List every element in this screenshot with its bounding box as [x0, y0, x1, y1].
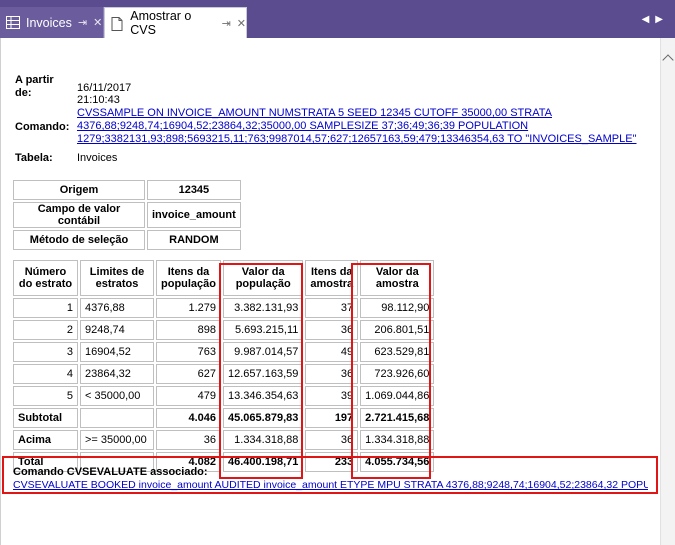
table-cell: 4376,88 [80, 298, 154, 318]
origin-value: 12345 [147, 180, 241, 200]
command-line: 1279;3382131,93;898;5693215,11;763;99870… [77, 133, 637, 145]
table-cell: 763 [156, 342, 222, 362]
table-cell: 2 [13, 320, 78, 340]
document-icon [111, 16, 124, 31]
header-stratum-limits: Limites de estratos [80, 260, 154, 296]
command-line: CVSSAMPLE ON INVOICE_AMOUNT NUMSTRATA 5 … [77, 107, 552, 119]
table-row: Origem 12345 [13, 180, 241, 200]
table-cell: 1.279 [156, 298, 222, 318]
info-table: Origem 12345 Campo de valor contábil inv… [11, 178, 243, 252]
method-value: RANDOM [147, 230, 241, 250]
field-value: invoice_amount [147, 202, 241, 228]
table-value: Invoices [77, 152, 118, 164]
tab-nav-arrows-icon[interactable]: ◀▶ [642, 14, 669, 25]
header-stratum-number: Número do estrato [13, 260, 78, 296]
tab-label: Amostrar o CVS [130, 9, 192, 37]
table-icon [6, 16, 20, 29]
associated-command-link[interactable]: CVSEVALUATE BOOKED invoice_amount AUDITE… [13, 479, 648, 491]
method-label: Método de seleção [13, 230, 145, 250]
tab-bar: Invoices ⇥ ✕ Amostrar o CVS ⇥ ✕ ◀▶ [0, 0, 675, 38]
tab-amostrar-cvs[interactable]: Amostrar o CVS ⇥ ✕ [104, 7, 247, 38]
associated-command-box: Comando CVSEVALUATE associado: CVSEVALUA… [2, 456, 658, 494]
table-cell: 479 [156, 386, 222, 406]
tab-label: Invoices [26, 15, 72, 30]
pin-icon[interactable]: ⇥ [222, 17, 231, 30]
table-cell: 9248,74 [80, 320, 154, 340]
close-icon[interactable]: ✕ [237, 17, 246, 30]
command-label: Comando: [15, 121, 70, 133]
scroll-up-icon[interactable] [662, 54, 674, 66]
from-label: A partir de: [15, 74, 54, 99]
table-row: Campo de valor contábil invoice_amount [13, 202, 241, 228]
table-cell: 627 [156, 364, 222, 384]
header-pop-items: Itens da população [156, 260, 222, 296]
table-cell: 5 [13, 386, 78, 406]
table-cell [80, 408, 154, 428]
command-line: 4376,88;9248,74;16904,52;23864,32;35000,… [77, 120, 529, 132]
table-cell: 1 [13, 298, 78, 318]
table-cell: Subtotal [13, 408, 78, 428]
table-row: Método de seleção RANDOM [13, 230, 241, 250]
table-cell: 4.046 [156, 408, 222, 428]
table-cell: 4 [13, 364, 78, 384]
table-cell: 36 [156, 430, 222, 450]
highlight-pop-value [219, 263, 303, 479]
table-cell: >= 35000,00 [80, 430, 154, 450]
command-link[interactable]: CVSSAMPLE ON INVOICE_AMOUNT NUMSTRATA 5 … [77, 107, 637, 146]
from-value: 16/11/2017 21:10:43 [77, 82, 132, 106]
table-cell: 16904,52 [80, 342, 154, 362]
origin-label: Origem [13, 180, 145, 200]
table-cell: 3 [13, 342, 78, 362]
table-label: Tabela: [15, 152, 53, 164]
table-cell: Acima [13, 430, 78, 450]
associated-label: Comando CVSEVALUATE associado: [13, 466, 208, 478]
close-icon[interactable]: ✕ [93, 16, 102, 29]
field-label: Campo de valor contábil [13, 202, 145, 228]
table-cell: < 35000,00 [80, 386, 154, 406]
vertical-scrollbar[interactable] [660, 38, 675, 545]
table-cell: 23864,32 [80, 364, 154, 384]
pin-icon[interactable]: ⇥ [78, 16, 87, 29]
highlight-sample-value [351, 263, 431, 479]
tab-invoices[interactable]: Invoices ⇥ ✕ [0, 7, 104, 38]
table-cell: 898 [156, 320, 222, 340]
